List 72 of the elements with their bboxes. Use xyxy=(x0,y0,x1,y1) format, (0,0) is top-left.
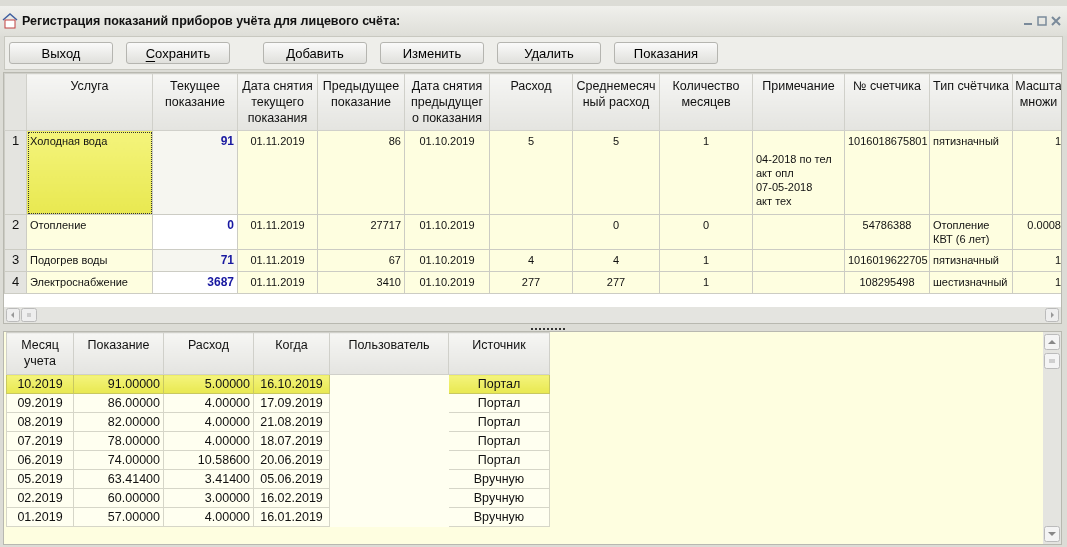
column-header[interactable]: Когда xyxy=(253,332,330,375)
table-cell: 04-2018 по тел акт опл 07-05-2018 акт тех xyxy=(752,130,845,215)
table-cell: 1 xyxy=(1012,130,1061,215)
column-header[interactable]: Тип счётчика xyxy=(929,73,1013,131)
toolbar-button[interactable]: Показания xyxy=(614,42,718,64)
table-cell: 54786388 xyxy=(844,214,930,250)
scroll-down-icon[interactable] xyxy=(1044,526,1060,542)
splitter-grip-icon[interactable] xyxy=(530,326,567,330)
table-cell: 1016018675801 xyxy=(844,130,930,215)
row-header-corner xyxy=(4,73,27,131)
house-logo-icon xyxy=(2,13,18,29)
restore-icon[interactable] xyxy=(1037,16,1047,26)
history-row[interactable]: 08.2019 82.00000 4.00000 21.08.2019 Портал xyxy=(6,412,550,432)
table-cell: 0.0008 xyxy=(1012,214,1061,250)
table-cell: 1 xyxy=(659,130,753,215)
table-cell: 0 xyxy=(572,214,660,250)
history-row[interactable]: 06.2019 74.00000 10.58600 20.06.2019 Портал xyxy=(6,450,550,470)
table-cell: 01.11.2019 xyxy=(237,214,318,250)
table-cell: Отопление xyxy=(26,214,153,250)
table-cell: 01.11.2019 xyxy=(237,130,318,215)
toolbar-button[interactable]: Изменить xyxy=(380,42,484,64)
toolbar-button[interactable]: Удалить xyxy=(497,42,601,64)
table-cell: 01.10.2019 xyxy=(404,130,490,215)
column-header[interactable]: Текущее показание xyxy=(152,73,238,131)
toolbar-button[interactable]: Сохранить xyxy=(126,42,230,64)
table-cell: Холодная вода xyxy=(26,130,153,215)
toolbar-button[interactable]: Выход xyxy=(9,42,113,64)
column-header[interactable]: Услуга xyxy=(26,73,153,131)
scroll-up-icon[interactable] xyxy=(1044,334,1060,350)
row-number: 1 xyxy=(4,130,27,215)
scroll-thumb-icon[interactable] xyxy=(1044,353,1060,369)
row-number: 3 xyxy=(4,249,27,272)
column-header[interactable]: Пользователь xyxy=(329,332,449,375)
scroll-thumb-icon[interactable] xyxy=(21,308,37,322)
horizontal-scrollbar[interactable] xyxy=(4,307,1061,323)
column-header[interactable]: № счетчика xyxy=(844,73,930,131)
table-cell: 91 xyxy=(152,130,238,215)
window-title: Регистрация показаний приборов учёта для лицевого счёта: xyxy=(22,14,401,28)
history-row[interactable]: 05.2019 63.41400 3.41400 05.06.2019 Вручную xyxy=(6,469,550,489)
row-number: 4 xyxy=(4,271,27,294)
history-row[interactable]: 07.2019 78.00000 4.00000 18.07.2019 Портал xyxy=(6,431,550,451)
scroll-left-icon[interactable] xyxy=(6,308,20,322)
history-row[interactable]: 09.2019 86.00000 4.00000 17.09.2019 Портал xyxy=(6,393,550,413)
column-header[interactable]: Количество месяцев xyxy=(659,73,753,131)
table-cell: 5 xyxy=(572,130,660,215)
column-header[interactable]: Предыдущее показание xyxy=(317,73,405,131)
scroll-right-icon[interactable] xyxy=(1045,308,1059,322)
history-row[interactable]: 01.2019 57.00000 4.00000 16.01.2019 Вручную xyxy=(6,507,550,527)
table-cell: 01.10.2019 xyxy=(404,214,490,250)
column-header[interactable]: Дата снятия предыдущег о показания xyxy=(404,73,490,131)
column-header[interactable]: Масшта множи xyxy=(1012,73,1061,131)
table-cell: 86 xyxy=(317,130,405,215)
vertical-scrollbar[interactable] xyxy=(1043,332,1061,544)
column-header[interactable]: Расход xyxy=(489,73,573,131)
column-header[interactable]: Среднемесяч ный расход xyxy=(572,73,660,131)
column-header[interactable]: Месяц учета xyxy=(6,332,74,375)
history-row[interactable]: 02.2019 60.00000 3.00000 16.02.2019 Вручную xyxy=(6,488,550,508)
history-row[interactable]: 10.2019 91.00000 5.00000 16.10.2019 Портал xyxy=(6,374,550,394)
table-cell: 0 xyxy=(659,214,753,250)
column-header[interactable]: Примечание xyxy=(752,73,845,131)
toolbar-button[interactable]: Добавить xyxy=(263,42,367,64)
table-cell: 5 xyxy=(489,130,573,215)
table-cell: пятизначный xyxy=(929,130,1013,215)
column-header[interactable]: Источник xyxy=(448,332,550,375)
column-header[interactable]: Показание xyxy=(73,332,164,375)
table-cell: 0 xyxy=(152,214,238,250)
table-cell: Отопление КВТ (6 лет) xyxy=(929,214,1013,250)
row-number: 2 xyxy=(4,214,27,250)
column-header[interactable]: Дата снятия текущего показания xyxy=(237,73,318,131)
column-header[interactable]: Расход xyxy=(163,332,254,375)
table-cell: 27717 xyxy=(317,214,405,250)
close-icon[interactable] xyxy=(1051,16,1061,26)
